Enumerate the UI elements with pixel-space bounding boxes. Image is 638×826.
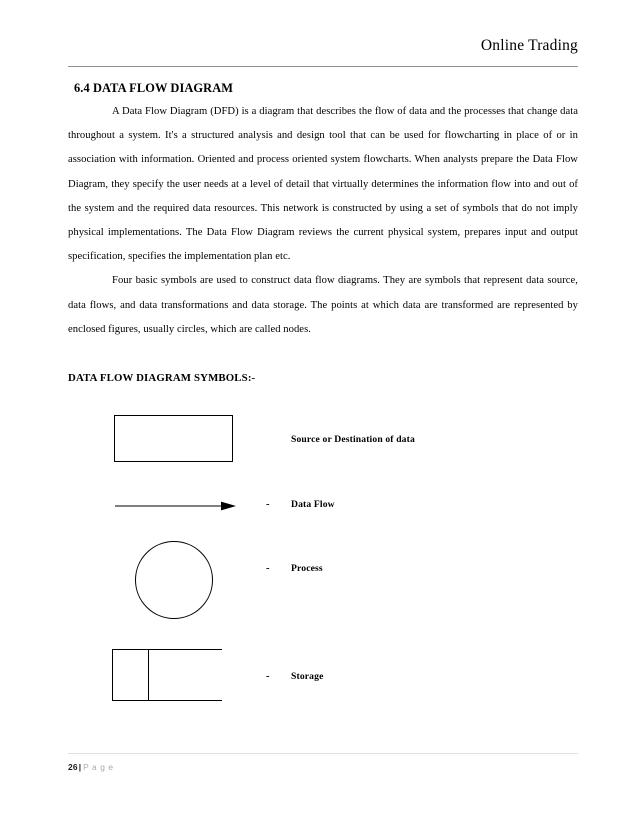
section-heading: 6.4 DATA FLOW DIAGRAM	[74, 81, 234, 95]
process-dash: -	[266, 563, 270, 574]
storage-symbol	[112, 649, 222, 701]
footer-divider	[68, 753, 578, 754]
storage-label: Storage	[291, 671, 324, 682]
arrow-right-icon	[115, 501, 236, 511]
document-body: 6.4 DATA FLOW DIAGRAM A Data Flow Diagra…	[68, 78, 578, 390]
process-symbol	[135, 541, 213, 619]
footer-page-word: P a g e	[83, 762, 114, 772]
process-label: Process	[291, 563, 323, 574]
data-flow-arrow-symbol	[115, 498, 237, 514]
header-title: Online Trading	[480, 37, 578, 54]
header-divider	[68, 66, 578, 67]
paragraph-1: A Data Flow Diagram (DFD) is a diagram t…	[68, 106, 578, 263]
storage-divider-line	[148, 649, 149, 701]
storage-dash: -	[266, 671, 270, 682]
data-flow-label: Data Flow	[291, 499, 335, 510]
storage-top-line	[112, 649, 222, 650]
storage-bottom-line	[112, 700, 222, 701]
storage-left-line	[112, 649, 113, 701]
document-page: Online Trading 6.4 DATA FLOW DIAGRAM A D…	[0, 0, 638, 826]
footer-separator: |	[78, 762, 82, 772]
paragraph-2: Four basic symbols are used to construct…	[68, 275, 578, 335]
symbols-heading: DATA FLOW DIAGRAM SYMBOLS:-	[68, 372, 256, 385]
source-destination-label: Source or Destination of data	[291, 434, 415, 445]
footer-page-number: 26	[68, 762, 78, 772]
source-destination-symbol	[114, 415, 233, 462]
page-header: Online Trading	[68, 36, 578, 66]
data-flow-dash: -	[266, 499, 270, 510]
page-footer: 26| P a g e	[68, 760, 578, 776]
